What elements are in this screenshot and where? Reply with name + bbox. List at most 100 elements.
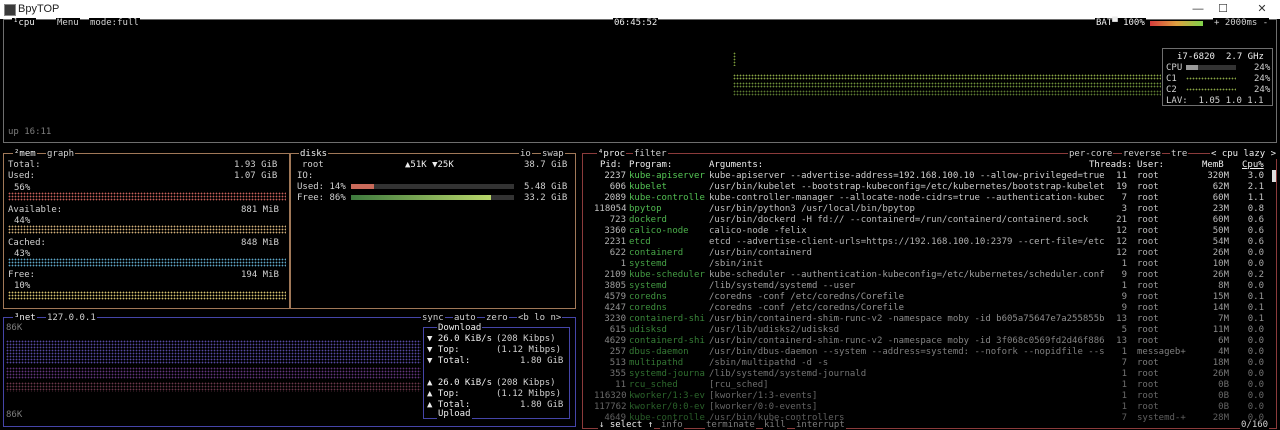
process-mem: 60M xyxy=(1212,215,1229,225)
process-threads: 13 xyxy=(1116,314,1127,324)
per-core-toggle[interactable]: per-core xyxy=(1068,149,1114,159)
process-args: /usr/lib/udisks2/udisksd xyxy=(709,325,840,335)
disk-io-rates: ▲51K ▼25K xyxy=(405,160,454,170)
reverse-toggle[interactable]: reverse xyxy=(1122,149,1162,159)
cpu-tab[interactable]: ¹cpu xyxy=(12,18,36,28)
col-mem[interactable]: MemB xyxy=(1202,160,1224,170)
minimize-button[interactable]: — xyxy=(1186,1,1210,17)
process-row[interactable]: 513 multipathd/sbin/multipathd -d -s 7 root… xyxy=(594,358,1274,368)
sync-toggle[interactable]: sync xyxy=(421,313,445,323)
process-row[interactable]: 2089 kube-controlle kube-controller-manage… xyxy=(594,193,1274,203)
upload-top-value: (1.12 Mibps) xyxy=(496,389,562,399)
mem-tab[interactable]: ²mem xyxy=(13,149,37,159)
process-pid: 2109 xyxy=(604,270,626,280)
process-program: kubelet xyxy=(629,182,667,192)
process-mem: 10M xyxy=(1212,259,1229,269)
process-pid: 2231 xyxy=(604,237,626,247)
process-row[interactable]: 1 systemd/sbin/init 1 root 10M 0.0 xyxy=(594,259,1274,269)
process-row[interactable]: 4649 kube-controlle/usr/bin/kube-controll… xyxy=(594,413,1274,423)
proc-tab[interactable]: ⁴proc xyxy=(597,149,627,159)
menu-button[interactable]: Menu xyxy=(56,18,80,28)
process-row[interactable]: 355 systemd-journa/lib/systemd/systemd-jo… xyxy=(594,369,1274,379)
mem-value: 1.07 GiB xyxy=(234,171,278,181)
process-pid: 4579 xyxy=(604,292,626,302)
window-title: BpyTOP xyxy=(18,3,60,15)
process-row[interactable]: 11 rcu_sched [rcu_sched] 1 root 0B 0.0 xyxy=(594,380,1274,390)
col-threads[interactable]: Threads: xyxy=(1089,160,1132,170)
process-threads: 1 xyxy=(1121,391,1127,401)
process-row[interactable]: 4579 coredns/coredns -conf /etc/coredns/C… xyxy=(594,292,1274,302)
process-program: bpytop xyxy=(629,204,662,214)
process-threads: 13 xyxy=(1116,336,1127,346)
close-button[interactable]: ✕ xyxy=(1250,1,1274,17)
cached-graph xyxy=(8,258,286,267)
process-cpu: 0.0 xyxy=(1247,380,1264,390)
process-row[interactable]: 3230 containerd-shi/usr/bin/containerd-sh… xyxy=(594,314,1274,324)
col-arguments[interactable]: Arguments: xyxy=(709,160,763,170)
col-user[interactable]: User: xyxy=(1137,160,1164,170)
process-program: containerd-shi xyxy=(629,336,705,346)
process-mem: 14M xyxy=(1212,303,1229,313)
process-row[interactable]: 4629 containerd-shi/usr/bin/containerd-sh… xyxy=(594,336,1274,346)
process-mem: 320M xyxy=(1207,171,1229,181)
process-row[interactable]: 2231 etcd etcd --advertise-client-urls=htt… xyxy=(594,237,1274,247)
clock: 06:45:52 xyxy=(613,18,659,28)
process-row[interactable]: 615 udisksd/usr/lib/udisks2/udisksd 5 root 1… xyxy=(594,325,1274,335)
process-row[interactable]: 1180549bpytop/usr/bin/python3 /usr/local… xyxy=(594,204,1274,214)
process-pid: 11 xyxy=(615,380,626,390)
process-mem: 26M xyxy=(1212,369,1229,379)
core-meter xyxy=(1186,77,1236,80)
filter-button[interactable]: filter xyxy=(633,149,668,159)
process-user: root xyxy=(1137,259,1159,269)
process-row[interactable]: 4247 coredns/coredns -conf /etc/coredns/C… xyxy=(594,303,1274,313)
process-program: multipathd xyxy=(629,358,684,368)
process-row[interactable]: 1163207kworker/1:3-ev [kworker/1:3-events… xyxy=(594,391,1274,401)
process-cpu: 2.1 xyxy=(1247,182,1264,192)
zero-toggle[interactable]: zero xyxy=(485,313,509,323)
process-args: /sbin/multipathd -d -s xyxy=(709,358,829,368)
process-row[interactable]: 3805 systemd/lib/systemd/systemd --user 1 r… xyxy=(594,281,1274,291)
tree-toggle[interactable]: tre xyxy=(1170,149,1189,159)
process-args: calico-node -felix xyxy=(709,226,807,236)
process-row[interactable]: 723 dockerd/usr/bin/dockerd -H fd:// --co… xyxy=(594,215,1274,225)
auto-toggle[interactable]: auto xyxy=(453,313,477,323)
mode-toggle[interactable]: mode:full xyxy=(89,18,140,28)
swap-toggle[interactable]: swap xyxy=(541,149,565,159)
process-user: root xyxy=(1137,226,1159,236)
cpu-model: i7-6820 xyxy=(1176,52,1216,62)
update-interval[interactable]: + 2000ms - xyxy=(1213,18,1270,28)
disk-used-meter xyxy=(351,184,374,189)
process-pid: 4629 xyxy=(604,336,626,346)
col-program[interactable]: Program: xyxy=(629,160,672,170)
process-row[interactable]: 3360 calico-node calico-node -felix 12 root 5… xyxy=(594,226,1274,236)
disk-used-value: 5.48 GiB xyxy=(524,182,568,192)
process-row[interactable]: 1177623kworker/0:0-ev [kworker/0:0-events… xyxy=(594,402,1274,412)
mem-label: Cached: xyxy=(8,238,46,248)
maximize-button[interactable]: ☐ xyxy=(1211,1,1235,17)
net-tab[interactable]: ³net xyxy=(13,313,37,323)
process-cpu: 0.6 xyxy=(1247,226,1264,236)
sort-selector[interactable]: < cpu lazy > xyxy=(1210,149,1278,159)
download-total-label: ▼ Total: xyxy=(427,356,471,366)
process-pid: 606 xyxy=(609,182,626,192)
io-toggle[interactable]: io xyxy=(519,149,532,159)
process-row[interactable]: 257 dbus-daemon/usr/bin/dbus-daemon --sys… xyxy=(594,347,1274,357)
download-title: Download xyxy=(437,323,483,333)
process-row[interactable]: 2109 kube-scheduler kube-scheduler --authe… xyxy=(594,270,1274,280)
col-cpu[interactable]: Cpu% xyxy=(1242,160,1264,170)
process-user: root xyxy=(1137,402,1159,412)
process-row[interactable]: 606 kubelet/usr/bin/kubelet --bootstrap-k… xyxy=(594,182,1274,192)
process-row[interactable]: 2237 kube-apiserver kube-apiserver --adver… xyxy=(594,171,1274,181)
process-row[interactable]: 622 containerd/usr/bin/containerd 12 root 26… xyxy=(594,248,1274,258)
process-threads: 1 xyxy=(1121,380,1127,390)
disks-tab[interactable]: disks xyxy=(299,149,329,159)
process-user: root xyxy=(1137,237,1159,247)
col-pid[interactable]: Pid: xyxy=(600,160,622,170)
process-args: /lib/systemd/systemd --user xyxy=(709,281,856,291)
net-interface[interactable]: 127.0.0.1 xyxy=(46,313,97,323)
process-scrollbar[interactable] xyxy=(1272,170,1276,182)
process-cpu: 0.0 xyxy=(1247,369,1264,379)
available-graph xyxy=(8,225,286,234)
interface-nav[interactable]: <b lo n> xyxy=(517,313,563,323)
graph-toggle[interactable]: graph xyxy=(46,149,76,159)
